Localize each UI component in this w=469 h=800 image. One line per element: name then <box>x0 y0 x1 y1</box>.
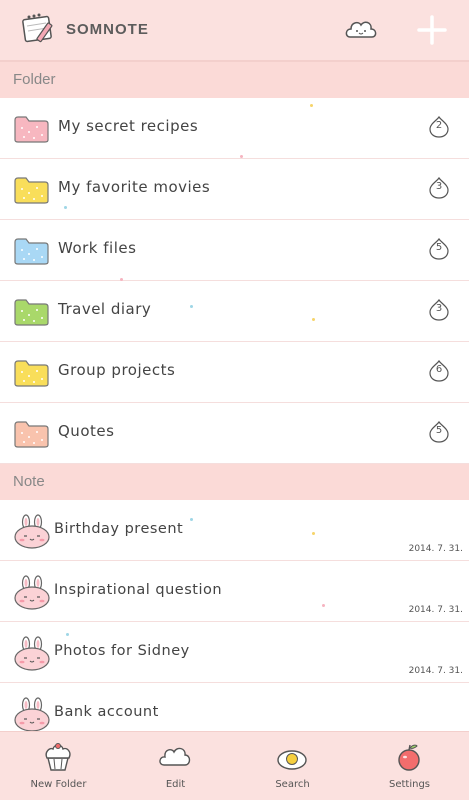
cloud-sync-icon[interactable] <box>344 16 378 42</box>
tab-settings[interactable]: Settings <box>351 732 468 800</box>
bottom-tab-bar: New Folder Edit Search Settings <box>0 731 469 800</box>
tab-new-folder[interactable]: New Folder <box>0 732 117 800</box>
confetti-dot <box>310 104 313 107</box>
app-brand: SOMNOTE <box>66 21 149 38</box>
folder-icon <box>14 116 49 143</box>
bunny-icon <box>14 514 50 549</box>
folder-row[interactable]: My secret recipes 2 <box>0 98 469 159</box>
confetti-dot <box>190 305 193 308</box>
folder-section-header: Folder <box>0 62 469 98</box>
confetti-dot <box>322 604 325 607</box>
egg-icon <box>277 750 307 770</box>
tab-search-label: Search <box>275 779 310 790</box>
note-title: Bank account <box>54 704 159 720</box>
folder-count-badge: 2 <box>427 115 451 139</box>
folder-label: Group projects <box>58 361 176 379</box>
folder-count: 6 <box>435 364 443 375</box>
folder-count: 3 <box>435 303 443 314</box>
folder-row[interactable]: Group projects 6 <box>0 342 469 403</box>
tab-edit[interactable]: Edit <box>117 732 234 800</box>
folder-label: Work files <box>58 239 137 257</box>
folder-count-badge: 6 <box>427 359 451 383</box>
confetti-dot <box>240 155 243 158</box>
folder-label: Travel diary <box>58 300 152 318</box>
cupcake-icon <box>45 743 71 771</box>
note-section-header: Note <box>0 464 469 500</box>
folder-row[interactable]: Travel diary 3 <box>0 281 469 342</box>
folder-icon <box>14 238 49 265</box>
folder-count-badge: 3 <box>427 298 451 322</box>
tab-edit-label: Edit <box>165 779 186 790</box>
tab-search[interactable]: Search <box>234 732 351 800</box>
apple-icon <box>398 744 420 771</box>
confetti-dot <box>312 532 315 535</box>
note-title: Photos for Sidney <box>54 643 190 659</box>
cloud-icon <box>159 747 191 766</box>
folder-count: 2 <box>435 120 443 131</box>
note-row[interactable]: Photos for Sidney 2014. 7. 31. <box>0 622 469 683</box>
folder-icon <box>14 421 49 448</box>
note-list: Birthday present 2014. 7. 31. Inspirationa… <box>0 500 469 744</box>
notebook-pencil-logo-icon <box>22 13 53 43</box>
folder-count-badge: 5 <box>427 420 451 444</box>
folder-list: My secret recipes 2 My favorite movies 3 Wor… <box>0 98 469 464</box>
folder-row[interactable]: Work files 5 <box>0 220 469 281</box>
folder-row[interactable]: My favorite movies 3 <box>0 159 469 220</box>
confetti-dot <box>66 633 69 636</box>
confetti-dot <box>64 206 67 209</box>
folder-row[interactable]: Quotes 5 <box>0 403 469 464</box>
folder-count-badge: 3 <box>427 176 451 200</box>
confetti-dot <box>312 318 315 321</box>
folder-icon <box>14 177 49 204</box>
folder-label: My favorite movies <box>58 178 211 196</box>
folder-label: Quotes <box>58 422 115 440</box>
folder-count: 5 <box>435 242 443 253</box>
confetti-dot <box>190 518 193 521</box>
app-header: SOMNOTE <box>0 0 469 62</box>
confetti-dot <box>120 278 123 281</box>
note-row[interactable]: Birthday present 2014. 7. 31. <box>0 500 469 561</box>
tab-settings-label: Settings <box>388 779 430 790</box>
note-title: Birthday present <box>54 521 184 537</box>
note-section-title: Note <box>13 473 45 490</box>
bunny-icon <box>14 575 50 610</box>
folder-count: 3 <box>435 181 443 192</box>
note-row[interactable]: Inspirational question 2014. 7. 31. <box>0 561 469 622</box>
folder-icon <box>14 299 49 326</box>
folder-count: 5 <box>435 425 443 436</box>
add-plus-icon[interactable] <box>416 14 448 46</box>
note-title: Inspirational question <box>54 582 223 598</box>
note-date: 2014. 7. 31. <box>408 544 463 554</box>
note-date: 2014. 7. 31. <box>408 605 463 615</box>
folder-section-title: Folder <box>13 71 56 88</box>
folder-label: My secret recipes <box>58 117 199 135</box>
folder-count-badge: 5 <box>427 237 451 261</box>
folder-icon <box>14 360 49 387</box>
note-date: 2014. 7. 31. <box>408 666 463 676</box>
bunny-icon <box>14 697 50 732</box>
bunny-icon <box>14 636 50 671</box>
tab-new-folder-label: New Folder <box>30 779 87 790</box>
